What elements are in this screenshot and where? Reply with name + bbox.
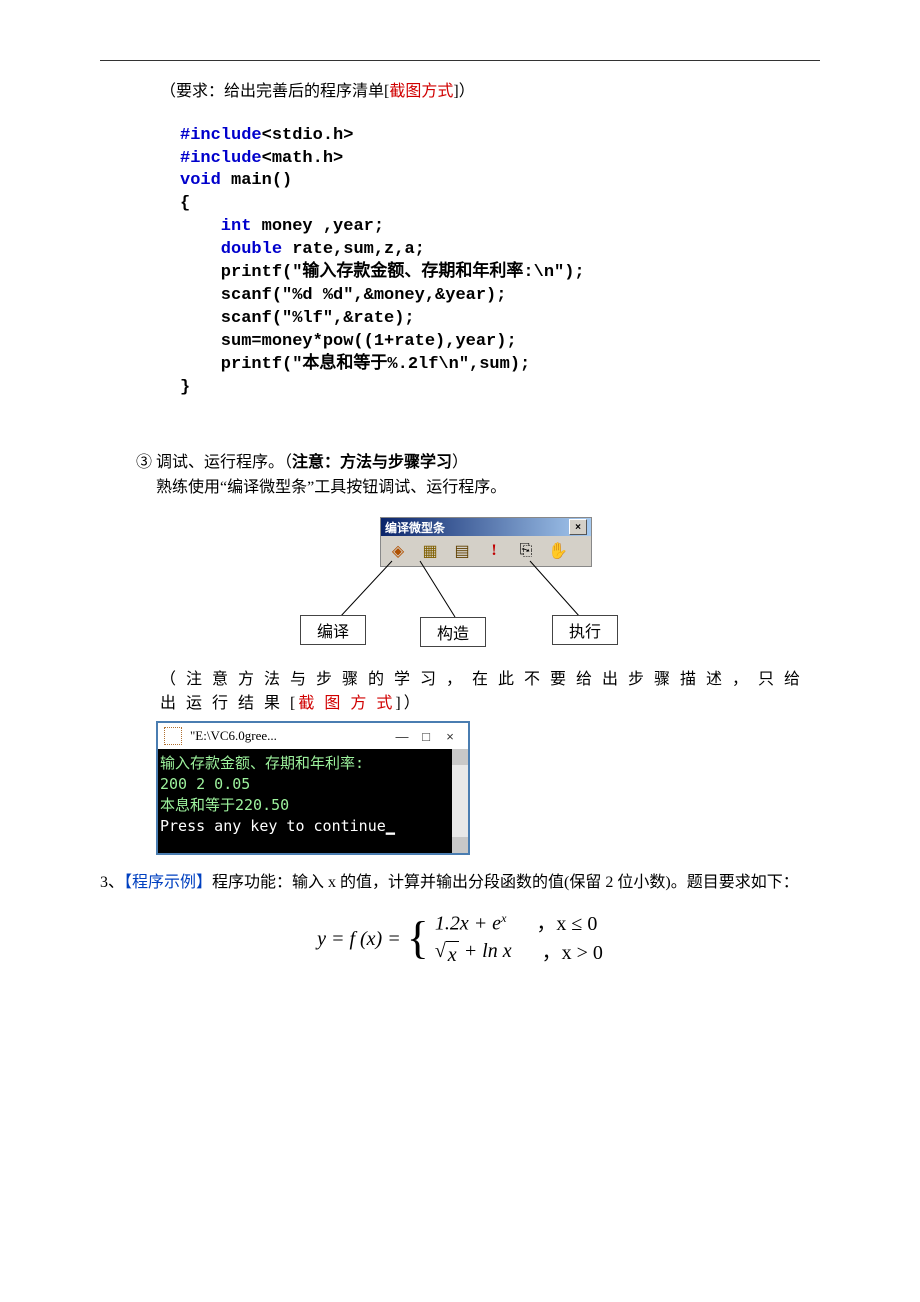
equation-lhs: y = f (x) =	[317, 928, 401, 951]
callout-run: 执行	[552, 615, 618, 645]
minimize-icon[interactable]: —	[390, 729, 414, 744]
case-row: 1.2x + ex ，x ≤ 0	[435, 910, 603, 938]
code-token: money ,year;	[251, 217, 384, 236]
document-page: （要求：给出完善后的程序清单[截图方式]） #include<stdio.h> …	[0, 0, 920, 1302]
toolbar-body: ◈ ▦ ▤ ! ⎘ ✋	[381, 536, 591, 566]
code-token: scanf("%d %d",&money,&year);	[180, 286, 506, 305]
note-line: （ 注 意 方 法 与 步 骤 的 学 习 ， 在 此 不 要 给 出 步 骤 …	[160, 665, 820, 713]
horizontal-rule	[100, 60, 820, 61]
step3-heading: ③ 调试、运行程序。（注意：方法与步骤学习）	[136, 450, 820, 476]
code-token: int	[180, 217, 251, 236]
code-token: void	[180, 171, 221, 190]
compile-icon[interactable]: ◈	[387, 540, 409, 562]
text: 程序功能：输入 x 的值，计算并输出分段函数的值(保留 2 位小数)。题目要求如…	[212, 874, 799, 891]
code-token: double	[180, 240, 282, 259]
code-token: <math.h>	[262, 149, 344, 168]
code-token: #include	[180, 126, 262, 145]
toolbar-titlebar: 编译微型条 ×	[381, 518, 591, 536]
code-token: rate,sum,z,a;	[282, 240, 425, 259]
console-title-text: "E:\VC6.0gree...	[190, 728, 277, 744]
run-icon[interactable]: ⎘	[515, 540, 537, 562]
rebuild-icon[interactable]: ▤	[451, 540, 473, 562]
left-brace-icon: {	[407, 918, 429, 958]
code-token: printf("输入存款金额、存期和年利率:\n");	[180, 263, 585, 282]
equation-cases: 1.2x + ex ，x ≤ 0 √x + ln x ，x > 0	[435, 910, 603, 969]
build-icon[interactable]: ▦	[419, 540, 441, 562]
problem-3: 3、【程序示例】程序功能：输入 x 的值，计算并输出分段函数的值(保留 2 位小…	[100, 869, 820, 896]
superscript: x	[501, 911, 506, 925]
toolbar-title-text: 编译微型条	[385, 519, 445, 536]
text: ]）	[395, 695, 422, 712]
text: 3、	[100, 874, 124, 891]
case-cond: ，x > 0	[542, 940, 603, 967]
stop-build-icon[interactable]: !	[483, 540, 505, 562]
console-line: Press any key to continue▁	[160, 816, 462, 837]
code-token: <stdio.h>	[262, 126, 354, 145]
code-token: }	[180, 378, 190, 397]
code-token: printf("本息和等于%.2lf\n",sum);	[180, 355, 530, 374]
callout-build: 构造	[420, 617, 486, 647]
highlight-text: 截图方式	[389, 83, 453, 100]
code-listing: #include<stdio.h> #include<math.h> void …	[180, 125, 820, 400]
code-token: scanf("%lf",&rate);	[180, 309, 415, 328]
case-expr: 1.2x + ex	[435, 910, 507, 938]
text: （要求：给出完善后的程序清单[	[160, 83, 389, 100]
debug-icon[interactable]: ✋	[547, 540, 569, 562]
text: （ 注 意 方 法 与 步 骤 的 学 习 ， 在 此 不 要 给 出 步 骤 …	[160, 671, 803, 712]
close-icon[interactable]: ×	[569, 519, 587, 535]
code-token: #include	[180, 149, 262, 168]
console-line: 输入存款金额、存期和年利率:	[160, 753, 462, 774]
toolbar-figure: 编译微型条 × ◈ ▦ ▤ ! ⎘ ✋ 编译 构造 执行	[300, 517, 620, 647]
console-titlebar: "E:\VC6.0gree... — □ ×	[158, 723, 468, 749]
piecewise-equation: y = f (x) = { 1.2x + ex ，x ≤ 0 √x + ln x…	[100, 910, 820, 969]
scrollbar[interactable]	[452, 749, 468, 853]
close-icon[interactable]: ×	[438, 729, 462, 744]
console-window: "E:\VC6.0gree... — □ × 输入存款金额、存期和年利率: 20…	[156, 721, 470, 855]
app-icon	[164, 727, 182, 745]
text: Press any key to continue	[160, 817, 386, 835]
text: + ln x	[459, 940, 512, 962]
maximize-icon[interactable]: □	[414, 729, 438, 744]
console-output: 输入存款金额、存期和年利率: 200 2 0.05 本息和等于220.50 Pr…	[158, 749, 468, 853]
highlight-text: 截 图 方 式	[298, 695, 395, 712]
text: x	[446, 941, 459, 969]
code-token: main()	[221, 171, 292, 190]
text-bold: 注意：方法与步骤学习	[292, 454, 452, 471]
tag-text: 【程序示例】	[124, 874, 212, 891]
console-line: 本息和等于220.50	[160, 795, 462, 816]
step3-desc: 熟练使用“编译微型条”工具按钮调试、运行程序。	[156, 475, 820, 501]
text: 1.2x + e	[435, 913, 501, 935]
case-row: √x + ln x ，x > 0	[435, 938, 603, 969]
cursor-icon: ▁	[386, 817, 395, 835]
text: ③ 调试、运行程序。（	[136, 454, 292, 471]
text: ）	[452, 454, 468, 471]
case-expr: √x + ln x	[435, 938, 512, 969]
code-token: {	[180, 194, 190, 213]
compile-toolbar: 编译微型条 × ◈ ▦ ▤ ! ⎘ ✋	[380, 517, 592, 567]
sqrt-icon: √x	[435, 938, 459, 969]
requirement-line: （要求：给出完善后的程序清单[截图方式]）	[160, 79, 820, 105]
case-cond: ，x ≤ 0	[536, 911, 597, 938]
code-token: sum=money*pow((1+rate),year);	[180, 332, 517, 351]
console-line: 200 2 0.05	[160, 774, 462, 795]
callout-compile: 编译	[300, 615, 366, 645]
text: ]）	[453, 83, 474, 100]
